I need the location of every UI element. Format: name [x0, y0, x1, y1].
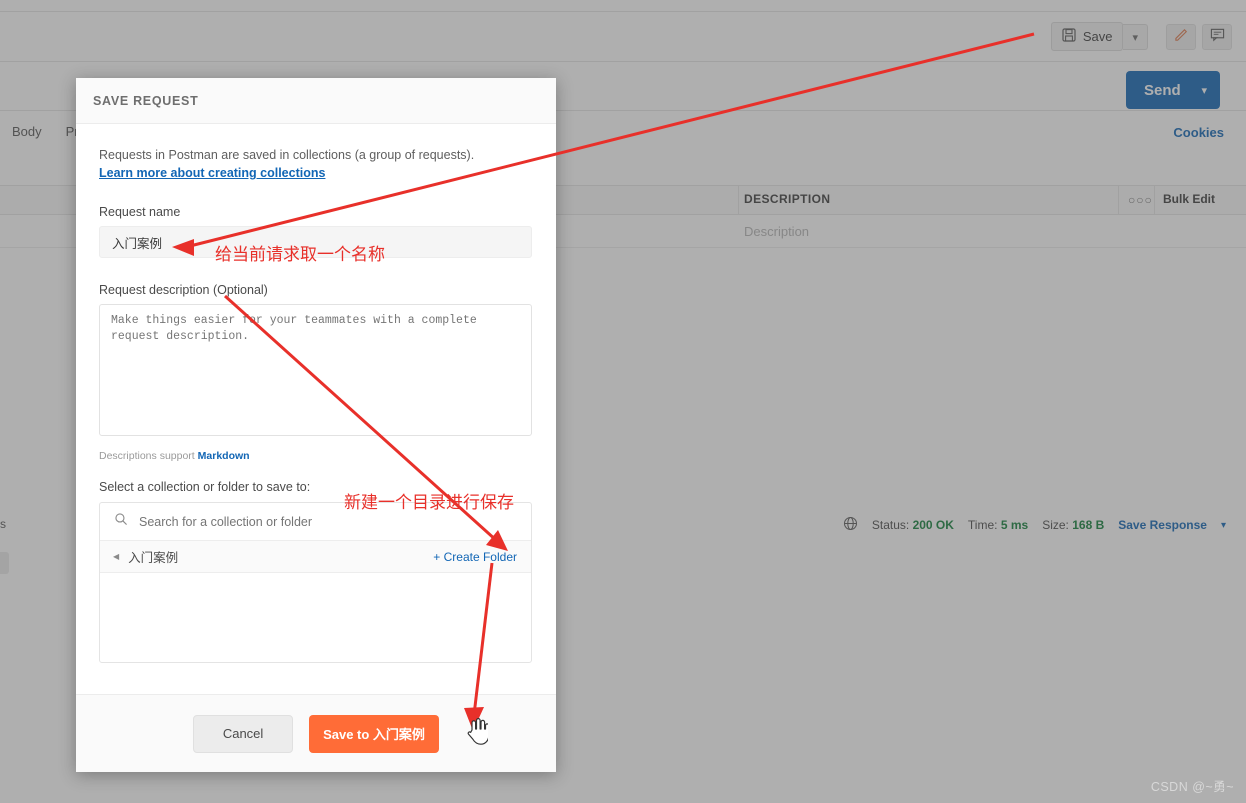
markdown-support-note: Descriptions support Markdown: [99, 450, 533, 462]
request-description-textarea[interactable]: [99, 304, 532, 436]
markdown-note-prefix: Descriptions support: [99, 450, 195, 462]
cancel-button[interactable]: Cancel: [193, 715, 293, 753]
modal-title: SAVE REQUEST: [93, 94, 198, 108]
collection-picker: ◀ 入门案例 + Create Folder: [99, 502, 532, 663]
collection-search-row[interactable]: [100, 503, 531, 541]
learn-more-link[interactable]: Learn more about creating collections: [99, 166, 533, 180]
search-icon: [114, 512, 128, 531]
modal-intro-text: Requests in Postman are saved in collect…: [99, 148, 533, 162]
caret-left-icon[interactable]: ◀: [113, 552, 119, 561]
request-name-label: Request name: [99, 205, 533, 219]
modal-header: SAVE REQUEST: [76, 78, 556, 124]
collection-name-group: ◀ 入门案例: [113, 547, 178, 566]
collection-name: 入门案例: [128, 547, 178, 566]
collection-search-input[interactable]: [137, 514, 517, 530]
modal-footer: Cancel Save to 入门案例: [76, 694, 556, 772]
collection-row[interactable]: ◀ 入门案例 + Create Folder: [100, 541, 531, 573]
create-folder-button[interactable]: + Create Folder: [433, 550, 517, 564]
request-description-label: Request description (Optional): [99, 283, 533, 297]
request-name-input[interactable]: [99, 226, 532, 258]
modal-body: Requests in Postman are saved in collect…: [76, 148, 556, 663]
save-to-collection-button[interactable]: Save to 入门案例: [309, 715, 439, 753]
markdown-link[interactable]: Markdown: [198, 450, 250, 462]
select-collection-label: Select a collection or folder to save to…: [99, 480, 533, 494]
save-request-modal: SAVE REQUEST Requests in Postman are sav…: [76, 78, 556, 772]
